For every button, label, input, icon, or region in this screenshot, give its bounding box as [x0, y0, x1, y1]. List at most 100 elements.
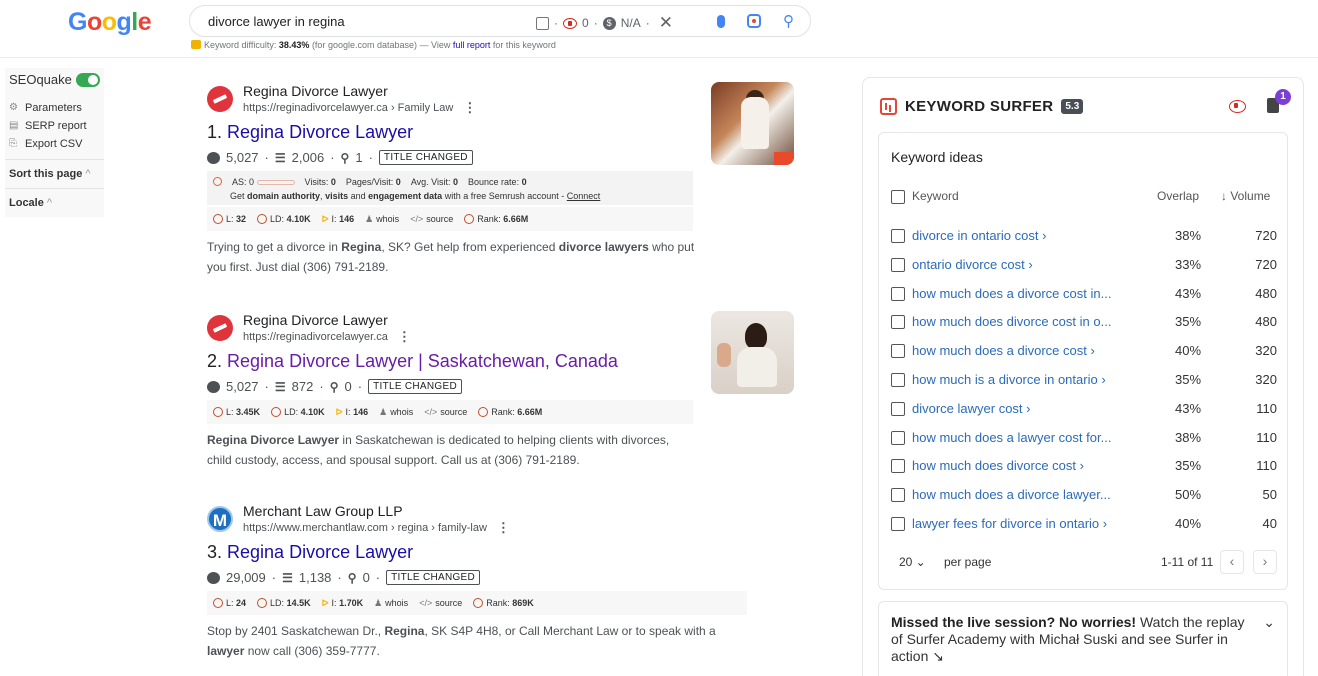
keyword-link[interactable]: ontario divorce cost › [912, 257, 1033, 272]
keyword-link[interactable]: lawyer fees for divorce in ontario › [912, 516, 1107, 531]
keyword-row: ontario divorce cost › 33% 720 [891, 256, 1277, 276]
search-icon[interactable]: ⚲ [783, 12, 794, 30]
site-url[interactable]: https://www.merchantlaw.com › regina › f… [243, 520, 487, 536]
export-csv-link[interactable]: ⎘ Export CSV [9, 135, 100, 153]
column-volume[interactable]: ↓ Volume [1221, 189, 1270, 203]
site-favicon [207, 315, 233, 341]
site-name[interactable]: Merchant Law Group LLP [243, 502, 509, 520]
keyword-link[interactable]: how much does a divorce lawyer... [912, 487, 1111, 502]
column-overlap[interactable]: Overlap [1157, 189, 1199, 203]
seoquake-bar: L: 24 LD: 14.5K ᐅ I: 1.70K ♟ whois </> sour… [207, 591, 747, 615]
person-icon: ♟ [379, 406, 388, 417]
result-thumbnail[interactable] [711, 311, 794, 394]
serp-report-link[interactable]: ▤ SERP report [9, 117, 100, 135]
full-report-link[interactable]: full report [453, 40, 491, 50]
google-header: Google divorce lawyer in regina · 0 · $ … [0, 0, 1318, 58]
select-all-checkbox[interactable] [891, 190, 905, 204]
keyword-link[interactable]: divorce lawyer cost › [912, 401, 1030, 416]
result-title-link[interactable]: 1. Regina Divorce Lawyer [207, 120, 797, 144]
connect-link[interactable]: Connect [567, 191, 601, 201]
search-result: Regina Divorce Lawyer https://reginadivo… [207, 82, 797, 277]
gear-icon: ⚙ [9, 102, 18, 113]
keyword-volume: 320 [1255, 372, 1277, 387]
seoquake-toggle[interactable] [76, 72, 100, 87]
keyword-ideas-card: Keyword ideas Keyword Overlap ↓ Volume d… [878, 132, 1288, 590]
code-icon: </> [410, 214, 424, 224]
more-options-icon[interactable]: ⋮ [398, 329, 411, 345]
seoquake-bar: L: 3.45K LD: 4.10K ᐅ I: 146 ♟ whois </> sou… [207, 400, 693, 424]
seoquake-metrics: 5,027 · ☰ 2,006 · ⚲ 1 · TITLE CHANGED [207, 150, 797, 165]
keyword-volume: 480 [1255, 314, 1277, 330]
keyword-overlap: 35% [1175, 458, 1202, 474]
chevron-down-icon[interactable]: ⌄ [1263, 614, 1275, 631]
site-name[interactable]: Regina Divorce Lawyer [243, 82, 475, 100]
keyword-checkbox[interactable] [891, 517, 905, 531]
ld-icon [257, 214, 268, 224]
keyword-overlap: 38% [1175, 429, 1202, 445]
more-options-icon[interactable]: ⋮ [497, 520, 510, 536]
seoquake-bar: L: 32 LD: 4.10K ᐅ I: 146 ♟ whois </> source… [207, 207, 693, 231]
keyword-checkbox[interactable] [891, 315, 905, 330]
microphone-icon[interactable] [717, 14, 725, 28]
keyword-checkbox[interactable] [891, 286, 905, 301]
parameters-link[interactable]: ⚙ Parameters [9, 99, 100, 117]
keyword-link[interactable]: how much does a divorce cost in... [912, 286, 1111, 301]
per-page-select[interactable]: 20 ⌄ [899, 555, 926, 569]
keyword-row: how much is a divorce in ontario › 35% 320 [891, 371, 1277, 391]
keyword-checkbox[interactable] [891, 401, 905, 416]
keyword-link[interactable]: how much does a lawyer cost for... [912, 430, 1111, 445]
more-options-icon[interactable]: ⋮ [463, 100, 476, 116]
sort-this-page[interactable]: Sort this page ^ [5, 159, 104, 188]
keyword-overlap: 35% [1175, 314, 1202, 330]
missed-session-card[interactable]: Missed the live session? No worries! Wat… [878, 601, 1288, 676]
l-icon [213, 598, 223, 608]
keyword-checkbox[interactable] [891, 459, 905, 474]
country-selector[interactable] [1229, 100, 1246, 118]
keyword-overlap: 40% [1175, 516, 1202, 531]
keyword-checkbox[interactable] [891, 488, 905, 503]
keyword-overlap: 35% [1175, 372, 1202, 387]
prev-page-button[interactable]: ‹ [1220, 550, 1244, 574]
clear-icon[interactable]: ✕ [659, 13, 673, 33]
next-page-button[interactable]: › [1253, 550, 1277, 574]
keyword-link[interactable]: divorce in ontario cost › [912, 228, 1046, 243]
bing-icon: ᐅ [335, 406, 343, 417]
column-keyword[interactable]: Keyword [912, 189, 959, 203]
result-title-link[interactable]: 3. Regina Divorce Lawyer [207, 540, 797, 564]
dollar-icon: $ [602, 16, 616, 30]
result-snippet: Regina Divorce Lawyer in Saskatchewan is… [207, 433, 670, 467]
keyword-overlap: 40% [1175, 343, 1202, 359]
search-input[interactable]: divorce lawyer in regina [208, 14, 345, 29]
result-title-link[interactable]: 2. Regina Divorce Lawyer | Saskatchewan,… [207, 349, 797, 373]
keyword-checkbox[interactable] [891, 373, 905, 387]
site-favicon [207, 86, 233, 112]
locale-section[interactable]: Locale ^ [5, 188, 104, 217]
keyword-checkbox[interactable] [891, 257, 905, 272]
semrush-circle-icon [213, 177, 222, 186]
list-icon: ☰ [282, 570, 293, 585]
search-result: Regina Divorce Lawyer https://reginadivo… [207, 311, 797, 470]
search-result: M Merchant Law Group LLP https://www.mer… [207, 502, 797, 661]
keyword-row: how much does divorce cost in o... 35% 480 [891, 313, 1277, 333]
keyword-link[interactable]: how much is a divorce in ontario › [912, 372, 1106, 387]
keyword-link[interactable]: how much does divorce cost › [912, 458, 1084, 473]
keyword-checkbox[interactable] [891, 229, 905, 243]
keyword-link[interactable]: how much does divorce cost in o... [912, 314, 1111, 329]
site-name[interactable]: Regina Divorce Lawyer [243, 311, 410, 329]
title-changed-badge: TITLE CHANGED [378, 150, 473, 165]
site-url[interactable]: https://reginadivorcelawyer.ca › Family … [243, 100, 453, 116]
search-box[interactable]: divorce lawyer in regina · 0 · $ N/A · ✕… [189, 5, 811, 37]
code-icon: </> [424, 407, 438, 417]
keyword-row: how much does a lawyer cost for... 38% 110 [891, 429, 1277, 449]
ld-icon [257, 598, 268, 608]
keyword-overlap: 43% [1175, 400, 1202, 416]
result-thumbnail[interactable] [711, 82, 794, 165]
search-checkbox[interactable] [536, 16, 549, 30]
google-lens-icon[interactable] [747, 14, 761, 28]
site-url[interactable]: https://reginadivorcelawyer.ca [243, 329, 388, 345]
keyword-link[interactable]: how much does a divorce cost › [912, 343, 1095, 358]
version-badge: 5.3 [1061, 99, 1084, 114]
keyword-checkbox[interactable] [891, 430, 905, 445]
keyword-checkbox[interactable] [891, 344, 905, 359]
google-logo[interactable]: Google [68, 8, 152, 37]
